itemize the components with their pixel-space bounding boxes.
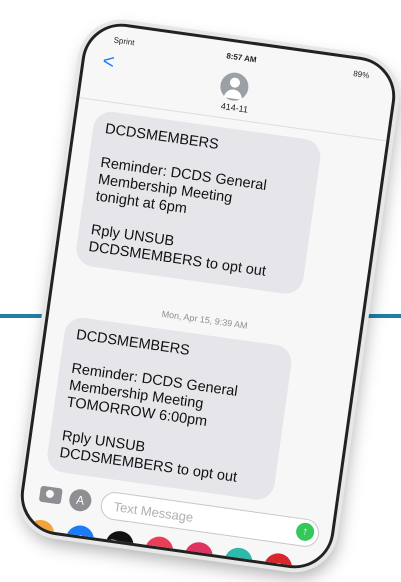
apple-pay-label: Pay	[108, 537, 130, 553]
heart-icon[interactable]: ♥	[182, 540, 215, 573]
back-button[interactable]: <	[101, 50, 116, 74]
camera-icon[interactable]	[38, 485, 63, 505]
app-store-icon[interactable]: A	[64, 523, 96, 556]
music-icon[interactable]: ♪	[222, 545, 255, 574]
contact-avatar-icon[interactable]	[218, 70, 251, 103]
message-bubble[interactable]: DCDSMEMBERS Reminder: DCDS General Membe…	[45, 315, 294, 502]
app-store-icon[interactable]: A	[67, 487, 93, 513]
up-arrow-icon[interactable]: ↑	[294, 521, 316, 542]
message-bubble[interactable]: DCDSMEMBERS Reminder: DCDS General Membe…	[74, 109, 323, 296]
battery-level: 89%	[352, 69, 370, 81]
phone-mockup: Sprint 8:57 AM 89% < 414-11 DCDSMEMBERS …	[15, 18, 401, 574]
photos-icon[interactable]: ✿	[24, 518, 57, 550]
search-images-icon[interactable]: ⌕	[143, 534, 175, 567]
carrier-label: Sprint	[113, 35, 136, 48]
apple-pay-icon[interactable]: Pay	[103, 529, 136, 561]
target-icon[interactable]: ◎	[262, 551, 294, 574]
clock: 8:57 AM	[225, 51, 258, 65]
